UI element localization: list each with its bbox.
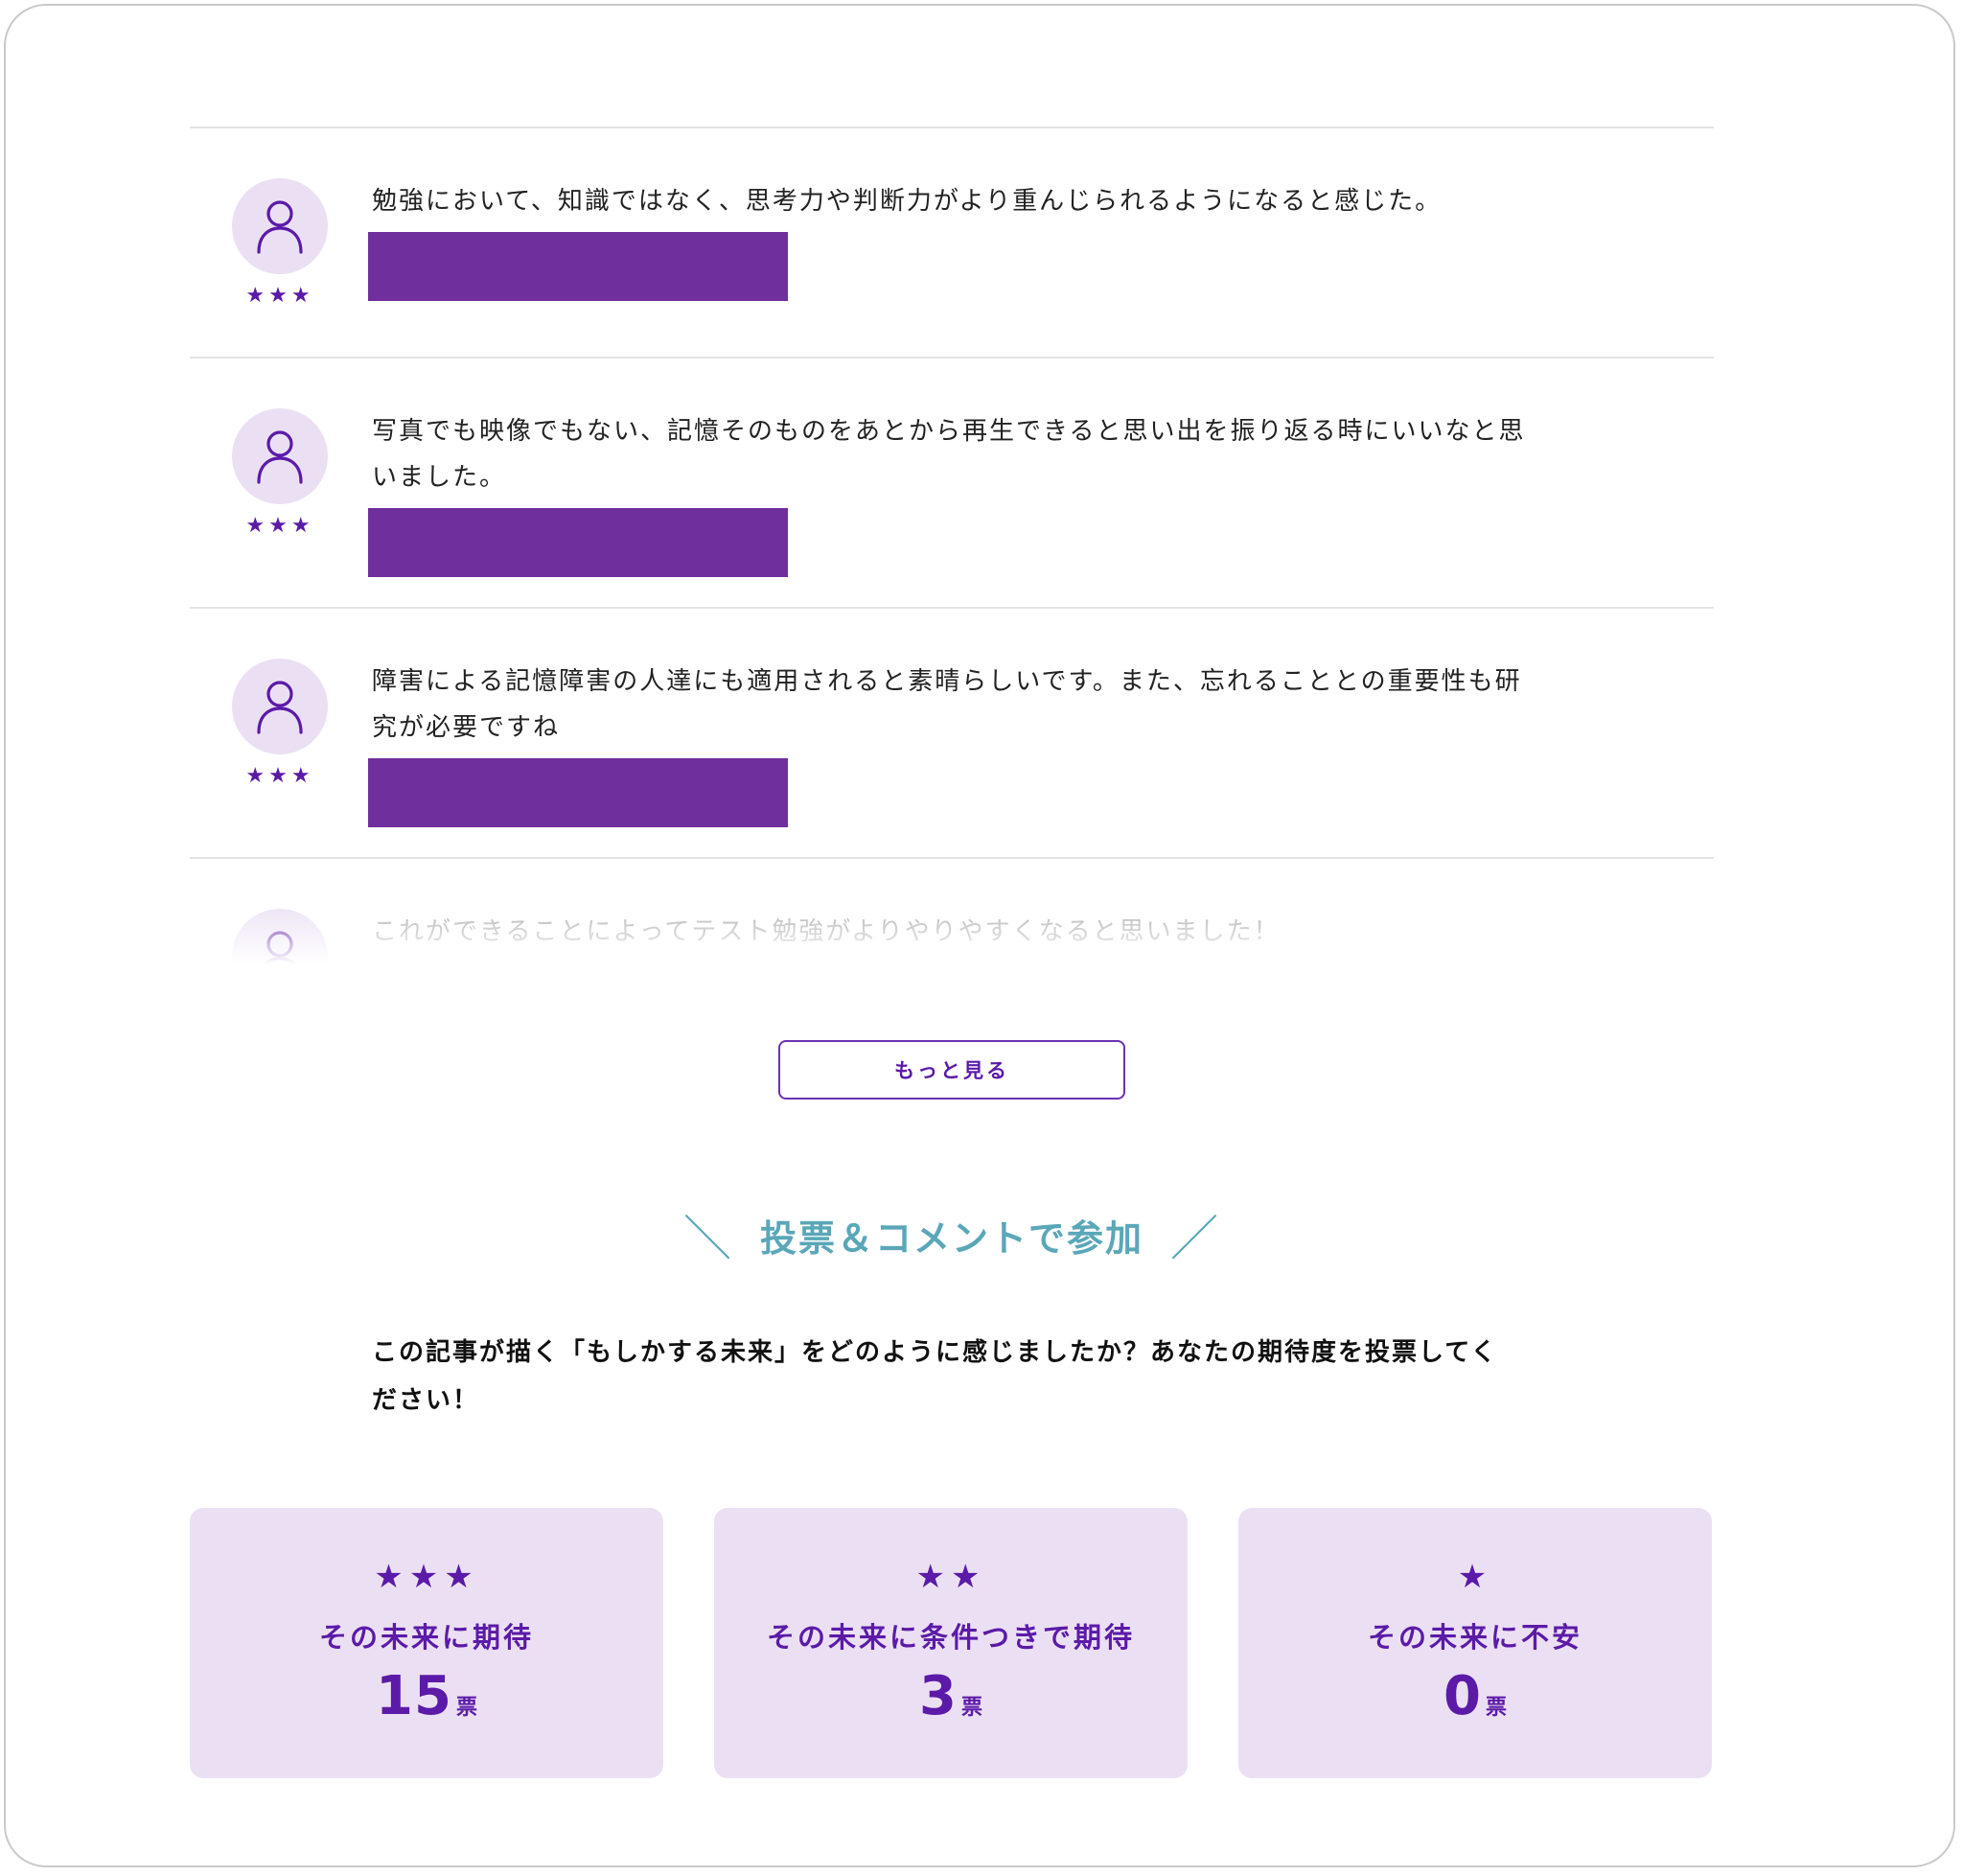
vote-card-anxious[interactable]: ★ その未来に不安 0票: [1238, 1508, 1712, 1778]
vote-card-expect[interactable]: ★★★ その未来に期待 15 票: [190, 1508, 663, 1778]
comment-text: 勉強において、知識ではなく、思考力や判断力がより重んじられるようになると感じた。: [372, 187, 1443, 216]
comment-action-bar[interactable]: [368, 508, 788, 577]
vote-count-number: 15: [376, 1665, 452, 1727]
avatar: [232, 659, 328, 754]
vote-label: その未来に期待: [318, 1621, 534, 1654]
star-icon: ★★★: [374, 1558, 479, 1596]
comment-action-bar[interactable]: [368, 232, 788, 301]
user-icon: [257, 681, 303, 734]
comment-item-faded: ★★★ これができることによってテスト勉強がよりやりやすくなると思いました！: [190, 859, 1714, 964]
comment-text: これができることによってテスト勉強がよりやりやすくなると思いました！: [372, 917, 1281, 946]
user-icon: [257, 200, 303, 254]
star-icon: ★: [1457, 1558, 1493, 1596]
vote-count-number: 3: [919, 1665, 958, 1727]
comment-item: ★★★ 勉強において、知識ではなく、思考力や判断力がより重んじられるようになると…: [190, 128, 1714, 359]
user-icon: [257, 430, 303, 484]
comment-action-bar[interactable]: [368, 758, 788, 827]
user-icon: [263, 931, 297, 964]
vote-label: その未来に不安: [1367, 1621, 1582, 1654]
vote-count: 3票: [714, 1665, 1188, 1727]
vote-count-unit: 票: [960, 1696, 982, 1720]
rating-stars: ★★★: [245, 284, 314, 308]
vote-section-heading: ＼ 投票＆コメントで参加 ／: [0, 1206, 1904, 1266]
comment-section: ★★★ 勉強において、知識ではなく、思考力や判断力がより重んじられるようになると…: [190, 127, 1714, 964]
comment-item: ★★★ 写真でも映像でもない、記憶そのものをあとから再生できると思い出を振り返る…: [190, 359, 1714, 609]
vote-count: 15 票: [190, 1665, 663, 1727]
heading-slash-right: ／: [1170, 1211, 1220, 1266]
show-more-button[interactable]: もっと見る: [778, 1040, 1125, 1100]
vote-card-conditional[interactable]: ★★ その未来に条件つきで期待 3票: [714, 1508, 1188, 1778]
rating-stars: ★★★: [245, 514, 314, 538]
avatar: [232, 178, 328, 274]
vote-count-number: 0: [1443, 1665, 1482, 1727]
vote-count-unit: 票: [455, 1696, 477, 1720]
rating-stars: ★★★: [245, 764, 314, 788]
vote-prompt: この記事が描く「もしかする未来」をどのように感じましたか？あなたの期待度を投票し…: [372, 1338, 1498, 1415]
vote-label: その未来に条件つきで期待: [766, 1621, 1135, 1654]
comment-text: 障害による記憶障害の人達にも適用されると素晴らしいです。また、忘れることとの重要…: [372, 667, 1522, 742]
section-title: 投票＆コメントで参加: [759, 1216, 1143, 1260]
vote-count: 0票: [1238, 1665, 1712, 1727]
vote-options: ★★★ その未来に期待 15 票 ★★ その未来に条件つきで期待 3票 ★ その未…: [190, 1508, 1714, 1778]
star-icon: ★★: [915, 1558, 986, 1596]
avatar: [232, 909, 328, 964]
comment-item: ★★★ 障害による記憶障害の人達にも適用されると素晴らしいです。また、忘れること…: [190, 609, 1714, 859]
heading-slash-left: ＼: [682, 1211, 733, 1266]
vote-count-unit: 票: [1485, 1696, 1507, 1720]
comment-text: 写真でも映像でもない、記憶そのものをあとから再生できると思い出を振り返る時にいい…: [372, 417, 1526, 492]
comment-list: ★★★ 勉強において、知識ではなく、思考力や判断力がより重んじられるようになると…: [190, 127, 1714, 964]
avatar: [232, 408, 328, 504]
